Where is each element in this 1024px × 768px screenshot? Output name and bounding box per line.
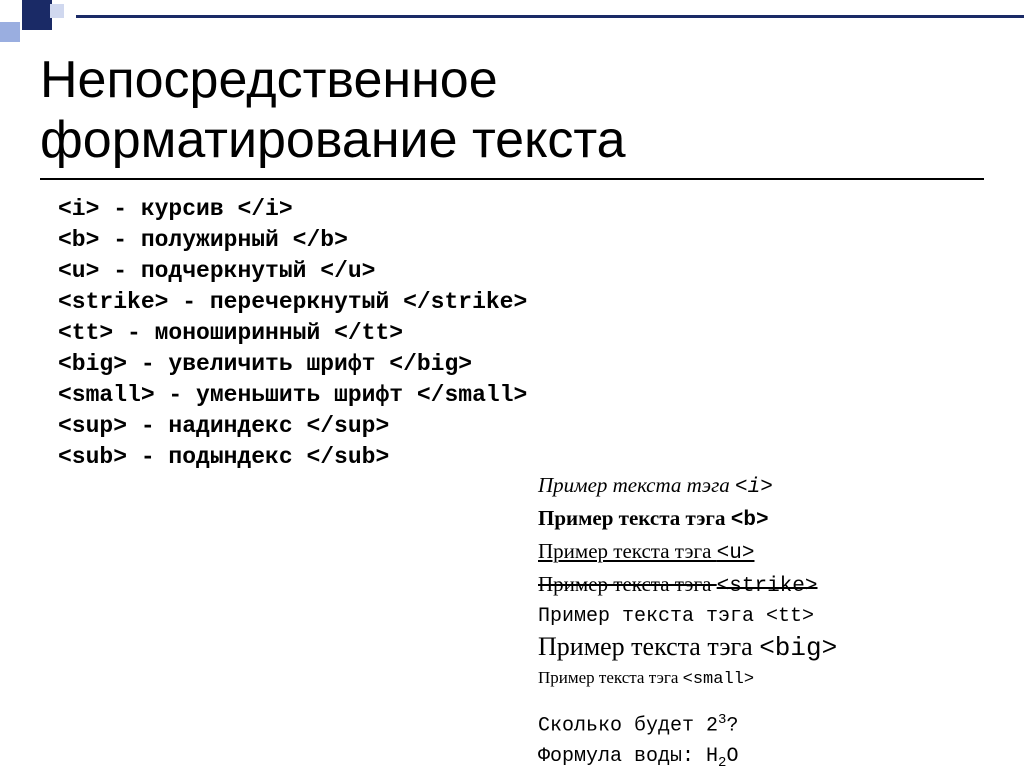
example-text: Пример текста тэга	[538, 506, 731, 530]
decoration-square-light	[50, 4, 64, 18]
sup-after: ?	[726, 715, 738, 738]
sub-after: O	[726, 745, 738, 768]
tag-desc: - моноширинный	[113, 320, 334, 346]
tag-desc: - уменьшить шрифт	[155, 382, 417, 408]
tag-open: <b>	[58, 227, 99, 253]
tag-row-b: <b> - полужирный </b>	[58, 225, 527, 256]
tag-row-big: <big> - увеличить шрифт </big>	[58, 349, 527, 380]
decoration-square-mid	[0, 22, 20, 42]
tag-open: <tt>	[58, 320, 113, 346]
example-strike: Пример текста тэга <strike>	[538, 569, 837, 602]
tag-desc: - подчеркнутый	[99, 258, 320, 284]
decoration-line	[76, 15, 1024, 18]
tag-open: <big>	[58, 351, 127, 377]
example-tag: <small>	[683, 670, 754, 689]
example-text: Пример текста тэга	[538, 668, 683, 687]
tag-row-tt: <tt> - моноширинный </tt>	[58, 318, 527, 349]
tag-open: <i>	[58, 196, 99, 222]
tag-close: </sub>	[306, 444, 389, 470]
example-tag: <strike>	[717, 575, 818, 598]
tag-close: </i>	[237, 196, 292, 222]
spacer	[538, 695, 837, 705]
tag-row-i: <i> - курсив </i>	[58, 194, 527, 225]
tag-row-small: <small> - уменьшить шрифт </small>	[58, 380, 527, 411]
example-sub: Формула воды: H2O	[538, 742, 837, 768]
example-big: Пример текста тэга <big>	[538, 632, 837, 663]
tag-desc: - перечеркнутый	[168, 289, 403, 315]
sup-before: Сколько будет 2	[538, 715, 718, 738]
example-tag: <i>	[735, 476, 773, 499]
tag-close: </b>	[293, 227, 348, 253]
example-text: Пример текста тэга	[538, 473, 735, 497]
tag-close: </strike>	[403, 289, 527, 315]
tag-close: </big>	[389, 351, 472, 377]
tag-open: <small>	[58, 382, 155, 408]
example-text: Пример текста тэга	[538, 539, 717, 563]
tag-list: <i> - курсив </i> <b> - полужирный </b> …	[58, 194, 527, 473]
example-text: Пример текста тэга	[538, 632, 759, 661]
tag-open: <u>	[58, 258, 99, 284]
tag-desc: - надиндекс	[127, 413, 306, 439]
tag-open: <sup>	[58, 413, 127, 439]
example-text: Пример текста тэга	[538, 605, 766, 628]
tag-row-strike: <strike> - перечеркнутый </strike>	[58, 287, 527, 318]
slide-title: Непосредственное форматирование текста	[40, 50, 626, 170]
tag-close: </small>	[417, 382, 527, 408]
tag-close: </tt>	[334, 320, 403, 346]
tag-open: <strike>	[58, 289, 168, 315]
example-tag: <tt>	[766, 605, 814, 628]
example-tag: <b>	[731, 509, 769, 532]
decoration-square-dark	[22, 0, 52, 30]
example-b: Пример текста тэга <b>	[538, 503, 837, 536]
tag-desc: - увеличить шрифт	[127, 351, 389, 377]
sub-before: Формула воды: H	[538, 745, 718, 768]
tag-open: <sub>	[58, 444, 127, 470]
tag-row-sub: <sub> - подындекс </sub>	[58, 442, 527, 473]
example-small: Пример текста тэга <small>	[538, 663, 837, 695]
example-tt: Пример текста тэга <tt>	[538, 602, 837, 632]
tag-desc: - полужирный	[99, 227, 292, 253]
example-tag: <big>	[759, 633, 837, 663]
title-underline	[40, 178, 984, 180]
example-tag: <u>	[717, 542, 755, 565]
example-text: Пример текста тэга	[538, 572, 717, 596]
tag-close: </sup>	[306, 413, 389, 439]
tag-row-u: <u> - подчеркнутый </u>	[58, 256, 527, 287]
tag-row-sup: <sup> - надиндекс </sup>	[58, 411, 527, 442]
example-i: Пример текста тэга <i>	[538, 470, 837, 503]
example-sup: Сколько будет 23?	[538, 705, 837, 742]
title-line-1: Непосредственное	[40, 51, 498, 109]
tag-close: </u>	[320, 258, 375, 284]
tag-desc: - курсив	[99, 196, 237, 222]
example-u: Пример текста тэга <u>	[538, 536, 837, 569]
slide-decoration	[0, 0, 1024, 24]
examples-block: Пример текста тэга <i> Пример текста тэг…	[538, 470, 837, 768]
title-line-2: форматирование текста	[40, 111, 626, 169]
tag-desc: - подындекс	[127, 444, 306, 470]
